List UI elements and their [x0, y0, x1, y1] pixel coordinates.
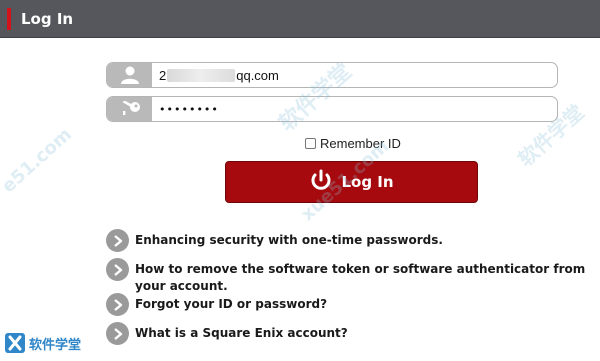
email-prefix: 2	[159, 67, 167, 83]
watermark-text: e51.com	[0, 123, 76, 198]
email-field[interactable]: 2 qq.com	[106, 62, 558, 88]
email-redacted	[167, 68, 236, 82]
email-value: 2 qq.com	[159, 63, 279, 87]
email-suffix: qq.com	[236, 67, 279, 83]
password-field[interactable]: ••••••••	[106, 96, 558, 122]
chevron-right-icon	[106, 258, 129, 281]
link-text: What is a Square Enix account?	[135, 326, 348, 340]
user-icon	[107, 63, 152, 87]
link-remove-token[interactable]: How to remove the software token or soft…	[106, 258, 593, 295]
chevron-right-icon	[106, 229, 129, 252]
link-square-enix-account[interactable]: What is a Square Enix account?	[106, 322, 593, 345]
chevron-right-icon	[106, 293, 129, 316]
remember-id-label: Remember ID	[320, 135, 401, 151]
password-value: ••••••••	[159, 102, 219, 116]
key-icon	[107, 97, 152, 121]
link-text: Forgot your ID or password?	[135, 297, 328, 311]
login-button[interactable]: Log In	[225, 161, 478, 203]
link-one-time-passwords[interactable]: Enhancing security with one-time passwor…	[106, 229, 593, 252]
login-button-label: Log In	[341, 173, 394, 191]
watermark-logo-text: 软件学堂	[29, 337, 82, 353]
power-icon	[309, 169, 333, 195]
title-accent-bar	[7, 8, 11, 30]
watermark-logo: 软件学堂	[4, 332, 81, 354]
link-text: Enhancing security with one-time passwor…	[135, 233, 443, 247]
link-forgot-id[interactable]: Forgot your ID or password?	[106, 293, 593, 316]
logo-icon	[5, 333, 25, 353]
title-bar: Log In	[0, 0, 600, 38]
remember-id-option[interactable]: Remember ID	[305, 135, 401, 151]
link-text: How to remove the software token or soft…	[135, 262, 586, 293]
remember-id-checkbox[interactable]	[305, 137, 316, 149]
page-title: Log In	[21, 10, 74, 28]
chevron-right-icon	[106, 322, 129, 345]
